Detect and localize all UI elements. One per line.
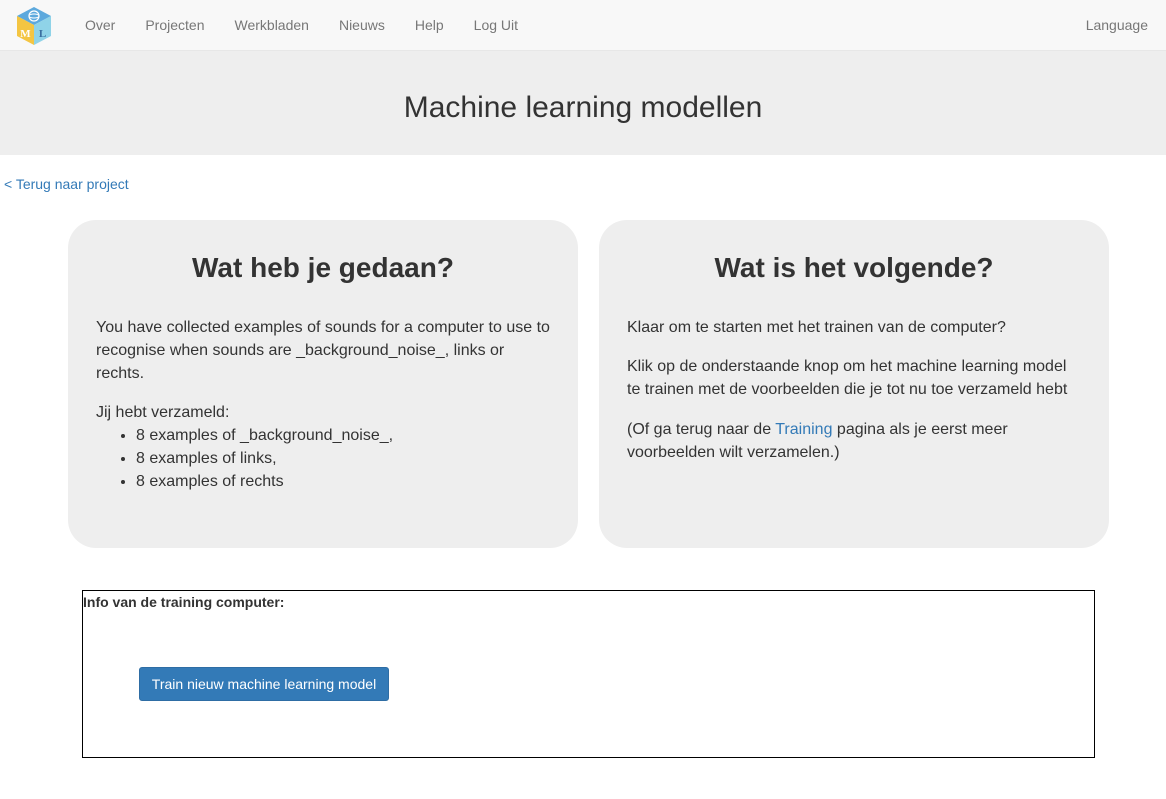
page-title: Machine learning modellen [403, 91, 763, 124]
back-to-project-link[interactable]: < Terug naar project [4, 176, 129, 192]
nav-item-werkbladen[interactable]: Werkbladen [220, 0, 324, 51]
nav-item-nieuws[interactable]: Nieuws [324, 0, 400, 51]
page-header: Machine learning modellen [0, 51, 1166, 155]
nav-item-over[interactable]: Over [70, 0, 130, 51]
navbar: M L Over Projecten Werkbladen Nieuws Hel… [0, 0, 1166, 51]
done-card-intro: You have collected examples of sounds fo… [96, 319, 550, 382]
next-card-training-note: (Of ga terug naar de Training pagina als… [627, 418, 1081, 464]
language-menu[interactable]: Language [1086, 0, 1148, 51]
next-card-title: Wat is het volgende? [714, 252, 994, 283]
next-card-instruction: Klik op de onderstaande knop om het mach… [627, 358, 1068, 398]
next-card-question: Klaar om te starten met het trainen van … [627, 319, 1006, 336]
list-item: 8 examples of rechts [136, 470, 550, 493]
training-note-before: (Of ga terug naar de [627, 421, 776, 438]
what-is-next-card: Wat is het volgende? Klaar om te starten… [599, 220, 1109, 548]
training-info-box: Info van de training computer: Train nie… [82, 590, 1095, 758]
train-new-model-button[interactable]: Train nieuw machine learning model [139, 667, 389, 701]
ml-cube-logo-icon[interactable]: M L [15, 6, 53, 46]
collected-label: Jij hebt verzameld: [96, 404, 230, 421]
collected-list: 8 examples of _background_noise_, 8 exam… [96, 424, 550, 493]
logo-letter-m: M [20, 28, 31, 40]
list-item: 8 examples of links, [136, 447, 550, 470]
nav-item-log-uit[interactable]: Log Uit [459, 0, 533, 51]
what-have-you-done-card: Wat heb je gedaan? You have collected ex… [68, 220, 578, 548]
nav-item-projecten[interactable]: Projecten [130, 0, 219, 51]
done-card-title: Wat heb je gedaan? [192, 252, 454, 283]
nav-menu: Over Projecten Werkbladen Nieuws Help Lo… [70, 0, 533, 51]
nav-item-help[interactable]: Help [400, 0, 459, 51]
list-item: 8 examples of _background_noise_, [136, 424, 550, 447]
logo-letter-l: L [39, 28, 46, 40]
training-info-title: Info van de training computer: [83, 594, 285, 610]
training-page-link[interactable]: Training [775, 421, 832, 438]
